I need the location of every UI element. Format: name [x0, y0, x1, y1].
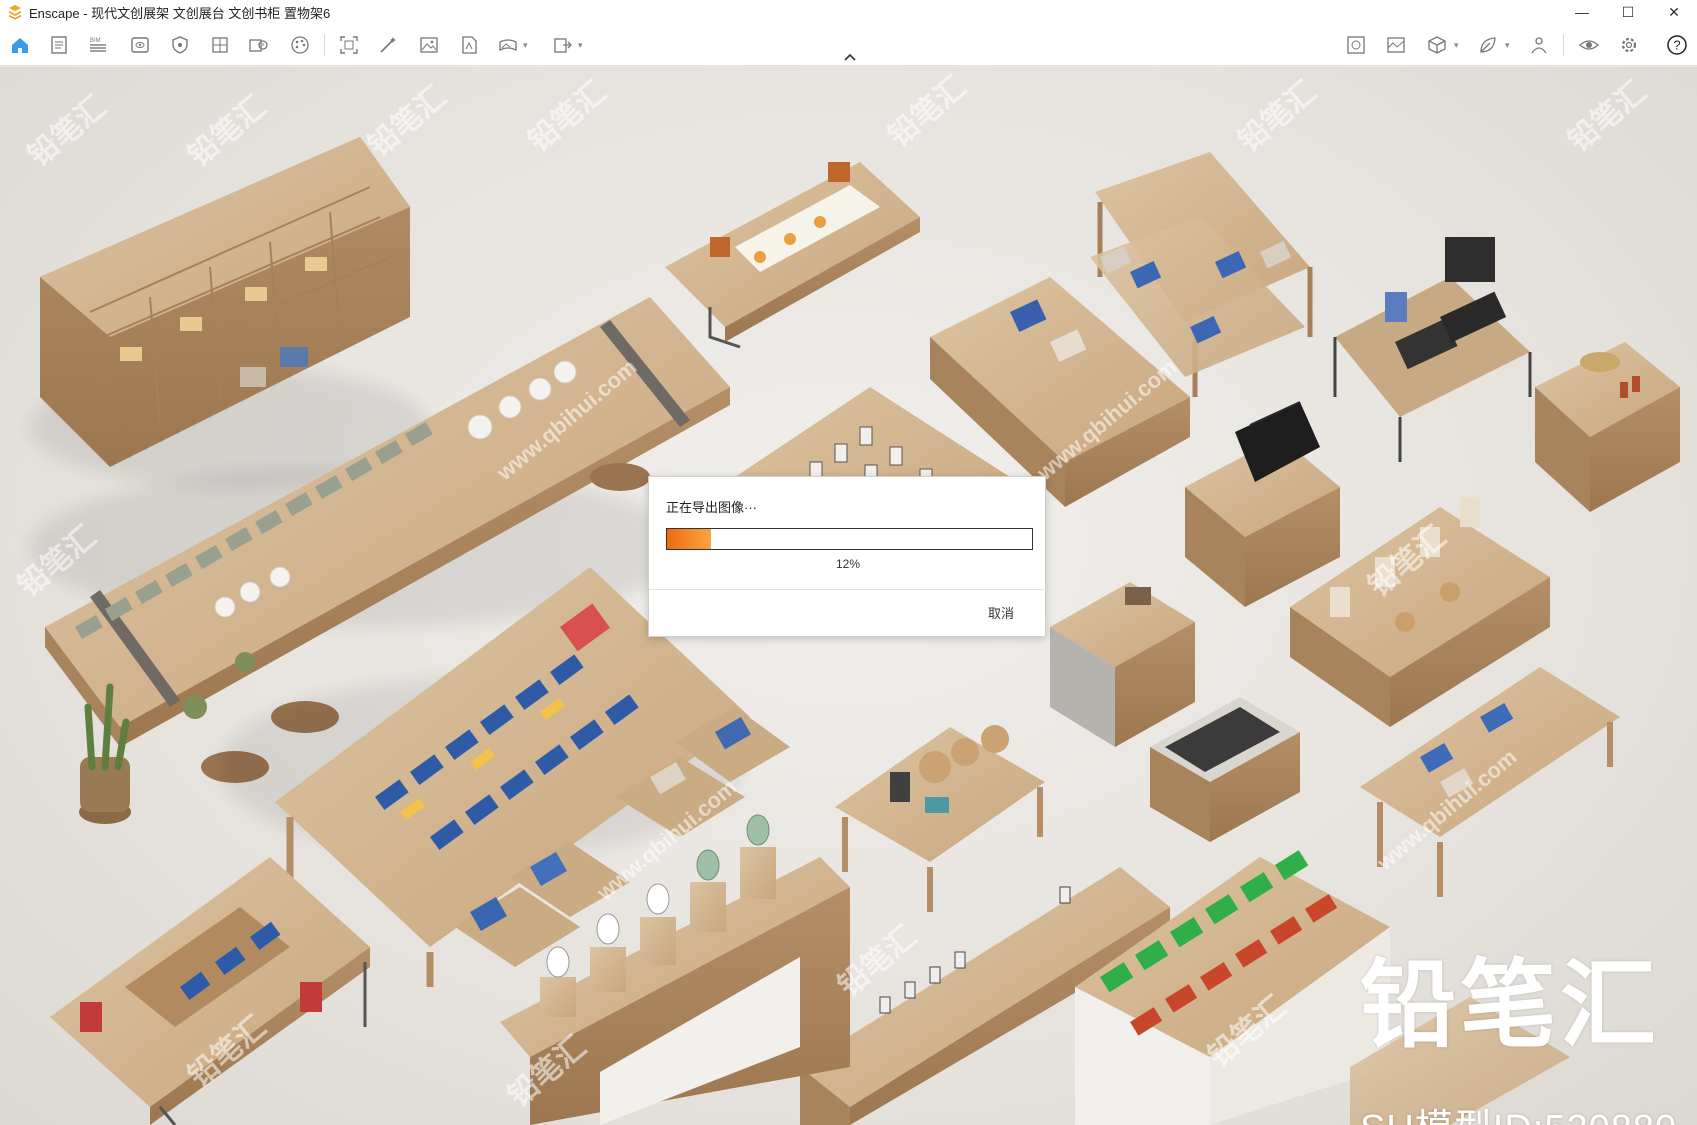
help-icon[interactable]: ?	[1665, 33, 1689, 57]
progress-bar-fill	[667, 529, 711, 549]
panorama-dropdown-caret[interactable]: ▾	[523, 40, 528, 51]
metal-frame-display-table	[1333, 237, 1532, 462]
magic-wand-icon[interactable]	[376, 33, 400, 57]
view-icon[interactable]	[128, 33, 152, 57]
basket-table	[835, 725, 1045, 912]
panorama-icon[interactable]	[496, 33, 520, 57]
progress-bar	[666, 528, 1033, 550]
window-title: Enscape - 现代文创展架 文创展台 文创书柜 置物架6	[29, 5, 331, 21]
document-icon[interactable]	[47, 33, 71, 57]
asset-library-icon[interactable]	[1344, 33, 1368, 57]
person-icon[interactable]	[1527, 33, 1551, 57]
cube-shelf	[1050, 582, 1195, 747]
minimize-button[interactable]: —	[1559, 0, 1605, 24]
toolbar-separator	[324, 34, 325, 56]
dialog-title: 正在导出图像···	[666, 500, 757, 515]
settings-icon[interactable]	[1617, 33, 1641, 57]
product-display-table-top	[665, 162, 920, 349]
leaf-icon[interactable]	[1476, 33, 1500, 57]
maximize-button[interactable]: ☐	[1605, 0, 1651, 24]
pdf-icon[interactable]	[457, 33, 481, 57]
box-dropdown-caret[interactable]: ▾	[1454, 40, 1459, 51]
material-icon[interactable]	[1384, 33, 1408, 57]
bim-icon[interactable]: BIM	[86, 33, 110, 57]
collapse-toolbar-chevron-icon[interactable]	[843, 51, 857, 63]
brand-watermark: 铅笔汇	[1360, 952, 1660, 1059]
cancel-button[interactable]: 取消	[971, 602, 1031, 626]
eye-icon[interactable]	[1577, 33, 1601, 57]
dialog-divider	[649, 589, 1047, 590]
title-bar: Enscape - 现代文创展架 文创展台 文创书柜 置物架6 — ☐ ✕	[0, 0, 1697, 24]
bim-label: BIM	[90, 38, 101, 44]
frame-icon[interactable]	[337, 33, 361, 57]
tv-cabinet	[1185, 401, 1340, 607]
glass-display-case	[1150, 697, 1300, 842]
enscape-logo-icon	[9, 5, 21, 20]
export-dropdown-caret[interactable]: ▾	[578, 40, 583, 51]
svg-text:?: ?	[1673, 38, 1680, 53]
bottom-left-display-table	[50, 857, 370, 1125]
toolbar-separator	[1563, 34, 1564, 56]
export-progress-dialog: 正在导出图像··· 12% 取消	[648, 476, 1047, 637]
side-cabinet-right	[1535, 342, 1680, 512]
shield-icon[interactable]	[168, 33, 192, 57]
home-icon[interactable]	[8, 33, 32, 57]
export-icon[interactable]	[551, 33, 575, 57]
leaf-dropdown-caret[interactable]: ▾	[1505, 40, 1510, 51]
camera-info-icon[interactable]	[246, 33, 270, 57]
wooden-bookcase	[30, 137, 430, 487]
image-icon[interactable]	[417, 33, 441, 57]
close-button[interactable]: ✕	[1651, 0, 1697, 24]
progress-percentage: 12%	[835, 557, 861, 571]
palette-icon[interactable]	[288, 33, 312, 57]
box-icon[interactable]	[1425, 33, 1449, 57]
cube-grid-icon[interactable]	[208, 33, 232, 57]
model-id-watermark: SU模型ID:520880	[1360, 1097, 1677, 1125]
